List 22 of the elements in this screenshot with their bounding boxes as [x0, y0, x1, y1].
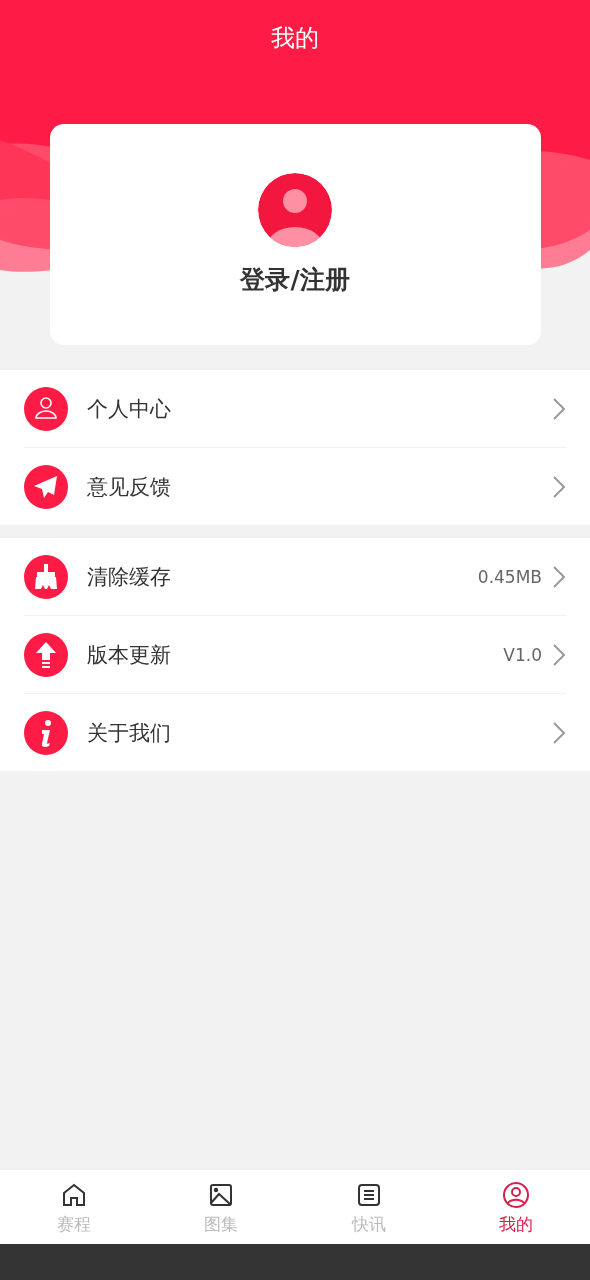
menu-item-label[interactable]: 清除缓存 [87, 562, 478, 591]
page-title: 我的 [271, 23, 319, 54]
login-register-link[interactable]: 登录/注册 [240, 263, 350, 296]
avatar-icon [258, 173, 332, 247]
paper-plane-icon [24, 464, 68, 509]
chevron-right-icon [552, 564, 566, 589]
tab-label[interactable]: 我的 [499, 1213, 534, 1236]
menu-item-value: V1.0 [503, 644, 542, 665]
menu-item-value: 0.45MB [477, 566, 542, 587]
menu-item-label[interactable]: 个人中心 [87, 394, 552, 423]
person-icon [24, 386, 68, 431]
menu-item-label[interactable]: 关于我们 [87, 718, 552, 747]
broom-icon [24, 554, 68, 599]
chevron-right-icon [552, 474, 566, 499]
chevron-right-icon [552, 720, 566, 745]
menu-item-label[interactable]: 意见反馈 [87, 472, 552, 501]
profile-card[interactable]: 登录/注册 [49, 124, 541, 345]
chevron-right-icon [552, 642, 566, 667]
info-icon [24, 710, 68, 755]
menu-item-label[interactable]: 版本更新 [87, 640, 504, 669]
chevron-right-icon [552, 396, 566, 421]
profile-icon [502, 1181, 531, 1209]
